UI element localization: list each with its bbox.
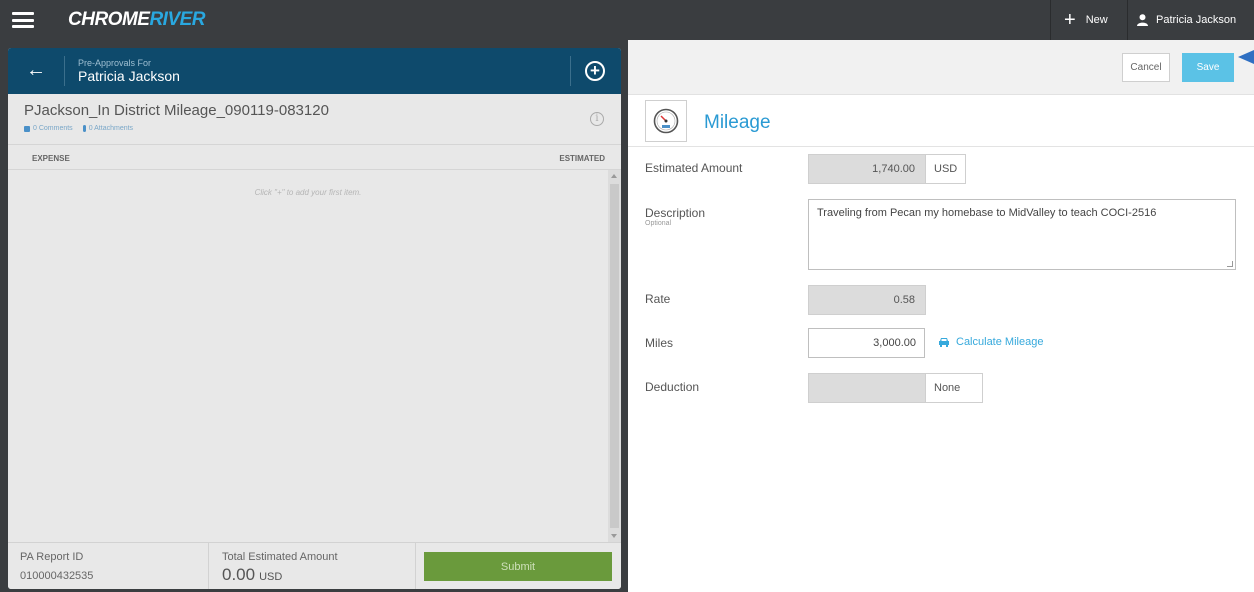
description-textarea[interactable]: Traveling from Pecan my homebase to MidV…	[808, 199, 1236, 270]
total-estimated-value: 0.00 USD	[222, 565, 282, 585]
back-arrow-icon[interactable]: ←	[26, 60, 46, 80]
estimated-amount-field: 1,740.00	[808, 154, 926, 184]
header-divider	[570, 56, 571, 86]
plus-icon: +	[1064, 9, 1076, 31]
top-bar: CHROMERIVER + New Patricia Jackson	[0, 0, 1254, 40]
empty-list-hint: Click "+" to add your first item.	[254, 188, 362, 197]
description-label: Description	[645, 206, 706, 220]
user-name: Patricia Jackson	[1156, 14, 1237, 26]
save-button[interactable]: Save	[1182, 53, 1234, 82]
calculate-mileage-link[interactable]: Calculate Mileage	[938, 336, 1043, 348]
total-estimated-label: Total Estimated Amount	[222, 551, 338, 563]
report-title: PJackson_In District Mileage_090119-0831…	[24, 102, 329, 119]
rate-label: Rate	[645, 292, 671, 306]
footer-divider	[208, 543, 209, 589]
footer-divider	[415, 543, 416, 589]
scroll-up-icon[interactable]	[611, 174, 617, 178]
speedometer-icon	[645, 100, 687, 142]
owner-name: Patricia Jackson	[78, 68, 180, 84]
user-menu-button[interactable]: Patricia Jackson	[1128, 0, 1254, 40]
panel-header: ← Pre-Approvals For Patricia Jackson +	[8, 48, 621, 94]
scrollbar-thumb[interactable]	[610, 184, 619, 528]
pointer-arrow-icon	[1238, 50, 1254, 64]
brand-logo: CHROMERIVER	[68, 9, 206, 31]
description-text: Traveling from Pecan my homebase to MidV…	[817, 207, 1157, 219]
description-optional-label: Optional	[645, 220, 672, 227]
pa-report-id-label: PA Report ID	[20, 551, 84, 563]
calculate-mileage-label: Calculate Mileage	[956, 336, 1044, 348]
currency-field[interactable]: USD	[926, 154, 967, 184]
expense-list-scrollbar[interactable]	[608, 170, 621, 542]
deduction-label: Deduction	[645, 380, 700, 394]
column-estimated: ESTIMATED	[559, 154, 605, 163]
panel-footer: PA Report ID 010000432535 Total Estimate…	[8, 542, 621, 589]
rate-field: 0.58	[808, 285, 926, 315]
pre-approval-panel: ← Pre-Approvals For Patricia Jackson + P…	[8, 48, 621, 589]
header-divider	[64, 56, 65, 86]
pre-approvals-for-label: Pre-Approvals For	[78, 58, 152, 68]
cancel-button[interactable]: Cancel	[1122, 53, 1170, 82]
comments-count[interactable]: 0 Comments	[33, 125, 73, 132]
brand-text-accent: RIVER	[149, 9, 206, 30]
deduction-select[interactable]: None	[926, 373, 983, 403]
form-divider	[628, 146, 1254, 147]
attachment-icon	[82, 125, 86, 132]
new-label: New	[1085, 14, 1108, 26]
expense-list: Click "+" to add your first item.	[8, 170, 608, 542]
resize-grip-icon[interactable]	[1227, 261, 1233, 267]
attachments-count[interactable]: 0 Attachments	[89, 125, 133, 132]
info-icon[interactable]: i	[590, 112, 604, 126]
form-title: Mileage	[704, 112, 771, 133]
deduction-amount-field	[808, 373, 926, 403]
total-currency: USD	[259, 571, 283, 583]
submit-button[interactable]: Submit	[424, 552, 612, 581]
scroll-down-icon[interactable]	[611, 534, 617, 538]
miles-label: Miles	[645, 336, 674, 350]
comment-icon	[24, 125, 30, 132]
menu-icon[interactable]	[12, 12, 34, 28]
report-meta: 0 Comments 0 Attachments	[24, 125, 133, 132]
add-item-icon[interactable]: +	[585, 61, 605, 81]
new-button[interactable]: + New	[1060, 0, 1126, 40]
total-amount: 0.00	[222, 565, 256, 584]
car-icon	[939, 338, 949, 347]
expense-table-header: EXPENSE ESTIMATED	[8, 144, 621, 170]
pa-report-id-value: 010000432535	[20, 570, 94, 582]
brand-text: CHROME	[68, 9, 150, 30]
user-icon	[1137, 14, 1148, 26]
column-expense: EXPENSE	[32, 154, 70, 163]
estimated-amount-label: Estimated Amount	[645, 161, 743, 175]
miles-input[interactable]: 3,000.00	[808, 328, 925, 358]
topbar-divider	[1050, 0, 1051, 40]
